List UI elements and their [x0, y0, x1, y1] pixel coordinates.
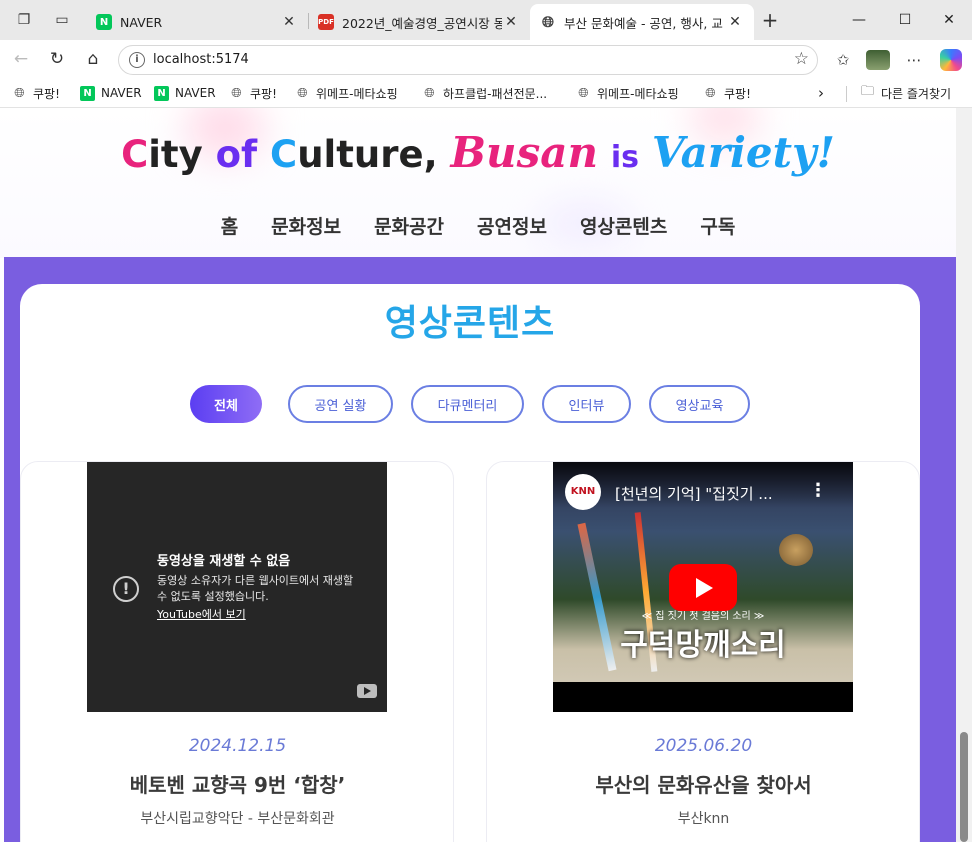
nav-item-culture-space[interactable]: 문화공간: [374, 212, 444, 239]
nav-item-culture-info[interactable]: 문화정보: [271, 212, 341, 239]
close-window-button[interactable]: ✕: [926, 8, 972, 32]
workspaces-icon[interactable]: ❐: [14, 10, 34, 30]
close-tab-icon[interactable]: ✕: [502, 14, 520, 30]
globe-icon: 🌐︎: [424, 85, 435, 101]
globe-icon: 🌐︎: [578, 85, 589, 101]
video-letterbox: [553, 682, 853, 712]
minimize-button[interactable]: —: [836, 8, 882, 32]
main-nav: 홈 문화정보 문화공간 공연정보 영상콘텐츠 구독: [0, 212, 956, 239]
video-player-error[interactable]: ! 동영상을 재생할 수 없음 동영상 소유자가 다른 웹사이트에서 재생할 수…: [87, 462, 387, 712]
close-tab-icon[interactable]: ✕: [726, 14, 744, 30]
tab-title: NAVER: [120, 14, 163, 30]
home-button[interactable]: ⌂: [82, 48, 104, 70]
error-body: 동영상 소유자가 다른 웹사이트에서 재생할 수 없도록 설정했습니다.: [157, 574, 354, 603]
globe-icon: 🌐︎: [231, 85, 242, 101]
scrollbar-thumb[interactable]: [960, 732, 968, 842]
tab-busan-culture[interactable]: 🌐︎ 부산 문화예술 - 공연, 행사, 교 ✕: [530, 4, 754, 40]
bookmark-item[interactable]: 🌐︎ 위메프-메타쇼핑: [576, 84, 678, 102]
naver-icon: N: [80, 85, 95, 101]
filter-documentary-button[interactable]: 다큐멘터리: [411, 385, 524, 423]
tab-naver[interactable]: N NAVER ✕: [86, 4, 308, 40]
more-options-icon[interactable]: ⋯: [903, 49, 925, 71]
filter-education-button[interactable]: 영상교육: [649, 385, 750, 423]
site-header: City of Culture, Busan is Variety! 홈 문화정…: [0, 108, 956, 258]
video-player[interactable]: KNN [천년의 기억] "집짓기 ... ⋮ ≪ 집 짓기 첫 걸음의 소리 …: [553, 462, 853, 712]
profile-avatar[interactable]: [866, 50, 890, 70]
naver-icon: N: [154, 85, 169, 101]
globe-icon: 🌐︎: [297, 85, 308, 101]
video-overlay-title: 구덕망깨소리: [620, 628, 786, 663]
bookmark-item[interactable]: N NAVER: [80, 84, 142, 102]
favorite-star-icon[interactable]: ☆: [794, 49, 809, 69]
youtube-play-button[interactable]: [669, 564, 737, 611]
tab-title: 2022년_예술경영_공연시장 동: [342, 15, 502, 31]
url-text: localhost:5174: [153, 52, 249, 67]
video-title: 부산의 문화유산을 찾아서: [595, 773, 812, 797]
bookmark-item[interactable]: 🌐︎ 쿠팡!: [229, 84, 277, 102]
favorites-icon[interactable]: ✩: [832, 49, 854, 71]
globe-icon: 🌐︎: [705, 85, 716, 101]
bookmark-item[interactable]: 🌐︎ 쿠팡!: [12, 84, 60, 102]
nav-item-performance-info[interactable]: 공연정보: [477, 212, 547, 239]
tab-pdf[interactable]: PDF 2022년_예술경영_공연시장 동 ✕: [308, 4, 530, 40]
tab-actions-icon[interactable]: ▭: [52, 10, 72, 30]
new-tab-button[interactable]: +: [760, 10, 780, 30]
filter-all-button[interactable]: 전체: [190, 385, 262, 423]
site-info-icon[interactable]: i: [129, 52, 145, 68]
page-viewport: City of Culture, Busan is Variety! 홈 문화정…: [0, 108, 972, 842]
video-date: 2024.12.15: [188, 736, 287, 756]
folder-icon: 🗀: [860, 84, 874, 99]
play-triangle-icon: [364, 687, 371, 695]
bookmarks-overflow-chevron-icon[interactable]: ›: [818, 84, 824, 102]
browser-toolbar: ← ↻ ⌂ i localhost:5174 ☆ ✩ ⋯: [0, 40, 972, 78]
filter-interview-button[interactable]: 인터뷰: [542, 385, 631, 423]
site-logo[interactable]: City of Culture, Busan is Variety!: [0, 128, 956, 183]
bookmark-item[interactable]: 🌐︎ 쿠팡!: [703, 84, 751, 102]
video-subtitle: 부산시립교향악단 - 부산문화회관: [140, 811, 335, 827]
section-title: 영상콘텐츠: [384, 303, 556, 344]
page-scrollbar[interactable]: [956, 108, 972, 842]
video-menu-icon[interactable]: ⋮: [809, 480, 827, 501]
bookmark-item[interactable]: 🌐︎ 위메프-메타쇼핑: [295, 84, 397, 102]
reload-button[interactable]: ↻: [46, 48, 68, 70]
address-bar[interactable]: i localhost:5174 ☆: [118, 45, 818, 75]
back-button[interactable]: ←: [10, 48, 32, 70]
bookmark-item[interactable]: N NAVER: [154, 84, 216, 102]
nav-item-video-content[interactable]: 영상콘텐츠: [580, 212, 667, 239]
error-icon: !: [113, 576, 139, 602]
other-bookmarks-folder[interactable]: 🗀 다른 즐겨찾기: [860, 84, 951, 102]
copilot-icon[interactable]: [940, 49, 962, 71]
filter-live-button[interactable]: 공연 실황: [288, 385, 393, 423]
close-tab-icon[interactable]: ✕: [280, 14, 298, 30]
youtube-logo-icon[interactable]: [357, 684, 377, 698]
bookmarks-bar: 🌐︎ 쿠팡! N NAVER N NAVER 🌐︎ 쿠팡! 🌐︎ 위메프-메타쇼핑 🌐︎ 하…: [0, 78, 972, 108]
bookmarks-divider: [846, 86, 847, 102]
nav-item-home[interactable]: 홈: [221, 212, 238, 239]
bookmark-item[interactable]: 🌐︎ 하프클럽-패션전문...: [422, 84, 547, 102]
error-title: 동영상을 재생할 수 없음: [157, 554, 291, 569]
globe-favicon-icon: 🌐︎: [541, 13, 554, 31]
embedded-video-title[interactable]: [천년의 기억] "집짓기 ...: [615, 483, 773, 504]
naver-favicon-icon: N: [96, 14, 112, 30]
nav-item-subscribe[interactable]: 구독: [700, 212, 735, 239]
video-date: 2025.06.20: [654, 736, 753, 756]
maximize-button[interactable]: ☐: [882, 8, 928, 32]
browser-tab-strip: ❐ ▭ N NAVER ✕ PDF 2022년_예술경영_공연시장 동 ✕ 🌐︎…: [0, 0, 972, 40]
stone-decoration: [779, 534, 813, 566]
video-subtitle: 부산knn: [677, 811, 730, 827]
channel-avatar[interactable]: KNN: [565, 474, 601, 510]
tab-title: 부산 문화예술 - 공연, 행사, 교: [564, 15, 723, 31]
pdf-favicon-icon: PDF: [318, 14, 334, 30]
play-icon: [696, 578, 713, 598]
globe-icon: 🌐︎: [14, 85, 25, 101]
watch-on-youtube-link[interactable]: YouTube에서 보기: [157, 606, 246, 622]
video-title: 베토벤 교향곡 9번 ‘합창’: [129, 773, 346, 797]
